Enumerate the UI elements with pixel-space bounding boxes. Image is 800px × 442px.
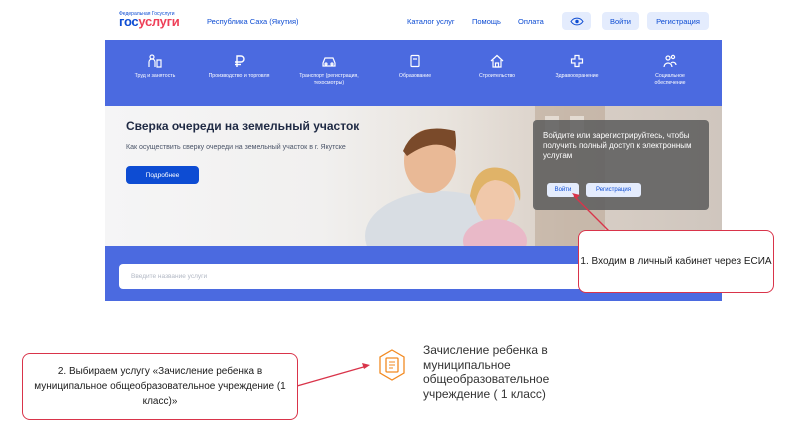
step1-callout: 1. Входим в личный кабинет через ЕСИА <box>578 230 774 293</box>
callout1-arrow <box>573 195 611 233</box>
service-label: Зачисление ребенка в муниципальное общео… <box>423 343 550 401</box>
callout2-arrow <box>296 365 368 387</box>
callout1-arrowhead <box>572 193 580 199</box>
step2-callout: 2. Выбираем услугу «Зачисление ребенка в… <box>22 353 298 420</box>
school-document-icon <box>379 349 405 381</box>
callout2-arrowhead <box>362 363 370 369</box>
